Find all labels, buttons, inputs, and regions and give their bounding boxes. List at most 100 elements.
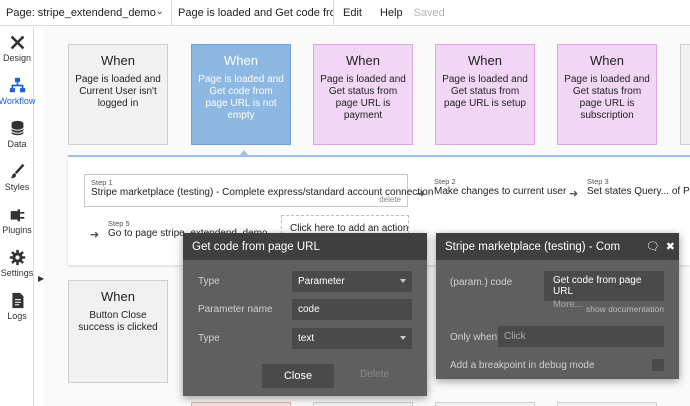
workflow-caret	[239, 150, 249, 156]
event-card-stub[interactable]	[191, 402, 291, 406]
type-dropdown[interactable]: Parameter	[292, 271, 412, 292]
menu-edit[interactable]: Edit	[334, 7, 371, 19]
sidebar-item-label: Logs	[7, 311, 27, 321]
event-description: Page is loaded and Current User isn't lo…	[75, 74, 161, 109]
database-icon	[10, 120, 24, 136]
event-card[interactable]: When Page is loaded and Get status from …	[557, 44, 657, 145]
event-description: Page is loaded and Get code from page UR…	[198, 74, 284, 121]
step-number: Step 5	[108, 219, 130, 228]
step-3[interactable]: Step 3 Set states Query... of Pop	[587, 177, 690, 197]
event-card[interactable]: When Button Close success is clicked	[68, 280, 168, 383]
event-when: When	[468, 53, 502, 68]
sidebar-item-label: Data	[7, 139, 27, 149]
popup-header-icons: 🗨 ✖	[646, 240, 675, 253]
show-documentation-link[interactable]: show documentation	[586, 304, 664, 314]
step-1[interactable]: Step 1 Stripe marketplace (testing) - Co…	[84, 174, 434, 207]
close-button[interactable]: Close	[262, 364, 334, 388]
event-description: Page is loaded and Get status from page …	[320, 74, 406, 121]
event-card-selected[interactable]: When Page is loaded and Get code from pa…	[191, 44, 291, 145]
parameter-name-value: code	[298, 304, 320, 315]
step-text: Make changes to current user	[434, 186, 567, 197]
popup-title: Stripe marketplace (testing) - Com	[436, 233, 679, 260]
page-selector[interactable]: Page: stripe_extendend_demo ⌄	[0, 0, 172, 26]
sidebar-item-label: Styles	[4, 182, 30, 192]
sidebar-item-label: Design	[2, 53, 31, 63]
event-card[interactable]: When Page is loaded and Get status from …	[313, 44, 413, 145]
sidebar-item-label: Settings	[0, 268, 34, 278]
sidebar-item-workflow[interactable]: Workflow	[0, 70, 36, 113]
popup-title: Get code from page URL	[183, 233, 427, 260]
event-description: Page is loaded and Get status from page …	[442, 74, 528, 109]
workflow-connector	[68, 155, 690, 157]
event-selector-label: Page is loaded and Get code from p...	[178, 6, 333, 19]
step-number: Step 2	[434, 177, 456, 186]
sidebar-item-design[interactable]: Design	[0, 27, 34, 70]
event-card[interactable]: When Page is loaded and Get status from …	[435, 44, 535, 145]
sidebar-item-logs[interactable]: Logs	[0, 285, 34, 328]
sidebar-item-styles[interactable]: Styles	[0, 156, 34, 199]
value-type-value: text	[298, 333, 315, 344]
step-2[interactable]: Step 2 Make changes to current user	[434, 177, 566, 197]
arrow-right-icon: ➜	[90, 229, 100, 241]
event-description: Button Close success is clicked	[78, 310, 158, 333]
parameter-name-label: Parameter name	[198, 304, 273, 315]
delete-button[interactable]: Delete	[360, 369, 389, 380]
event-when: When	[346, 53, 380, 68]
event-description: Page is loaded and Get status from page …	[564, 74, 650, 121]
event-card[interactable]: When Page is loaded and Current User isn…	[68, 44, 168, 145]
param-code-value: Get code from page URL	[553, 275, 642, 297]
expression-editor-popup: Get code from page URL Type Parameter Pa…	[183, 233, 427, 396]
event-when: When	[590, 53, 624, 68]
value-type-dropdown[interactable]: text	[292, 328, 412, 349]
sidebar-item-data[interactable]: Data	[0, 113, 34, 156]
event-card-partial[interactable]: B	[680, 44, 690, 145]
step-text: Set states Query... of Pop	[587, 186, 690, 197]
design-icon	[10, 35, 24, 50]
sidebar-item-settings[interactable]: Settings	[0, 242, 34, 285]
parameter-name-input[interactable]: code	[292, 299, 412, 320]
only-when-placeholder: Click	[504, 331, 526, 342]
type2-label: Type	[198, 333, 220, 344]
event-card-stub[interactable]	[435, 402, 535, 406]
top-bar: Page: stripe_extendend_demo ⌄ Page is lo…	[0, 0, 690, 26]
sidebar-item-label: Plugins	[2, 225, 32, 235]
event-when: When	[101, 289, 135, 304]
event-selector[interactable]: Page is loaded and Get code from p...	[172, 0, 334, 26]
event-when: When	[224, 53, 258, 68]
param-code-label: (param.) code	[450, 277, 513, 288]
plug-icon	[10, 209, 24, 222]
caret-down-icon	[400, 336, 406, 340]
close-icon[interactable]: ✖	[666, 240, 675, 253]
only-when-label: Only when	[450, 332, 498, 343]
left-sidebar: Design Workflow Data Styles Plugins Sett…	[0, 27, 36, 406]
saved-status: Saved	[413, 6, 445, 19]
document-icon	[11, 292, 23, 309]
step-delete-link[interactable]: delete	[379, 195, 401, 204]
caret-down-icon	[400, 279, 406, 283]
event-when: B	[681, 53, 690, 68]
arrow-right-icon: ➜	[416, 188, 426, 200]
arrow-right-icon: ➜	[569, 188, 579, 200]
workflow-icon	[9, 77, 25, 93]
sidebar-item-plugins[interactable]: Plugins	[0, 199, 34, 242]
step-number: Step 3	[587, 177, 609, 186]
only-when-input[interactable]: Click	[498, 326, 664, 347]
event-card-stub[interactable]	[313, 402, 413, 406]
comment-icon[interactable]: 🗨	[646, 240, 660, 253]
breakpoint-label: Add a breakpoint in debug mode	[450, 360, 595, 371]
action-editor-popup: Stripe marketplace (testing) - Com 🗨 ✖ (…	[436, 233, 679, 379]
step-text: Stripe marketplace (testing) - Complete …	[91, 187, 434, 198]
gear-icon	[9, 249, 25, 266]
event-when: When	[101, 53, 135, 68]
chevron-down-icon: ⌄	[155, 5, 164, 17]
page-selector-label: Page: stripe_extendend_demo	[6, 6, 156, 19]
event-card-stub[interactable]	[557, 402, 657, 406]
menu-help[interactable]: Help	[371, 7, 412, 19]
type-value: Parameter	[298, 276, 345, 287]
breakpoint-checkbox[interactable]	[652, 359, 664, 371]
sidebar-item-label: Workflow	[0, 96, 36, 106]
step-number: Step 1	[91, 178, 113, 187]
brush-icon	[10, 163, 24, 179]
type-label: Type	[198, 276, 220, 287]
param-code-expression[interactable]: Get code from page URL More...	[544, 271, 664, 310]
